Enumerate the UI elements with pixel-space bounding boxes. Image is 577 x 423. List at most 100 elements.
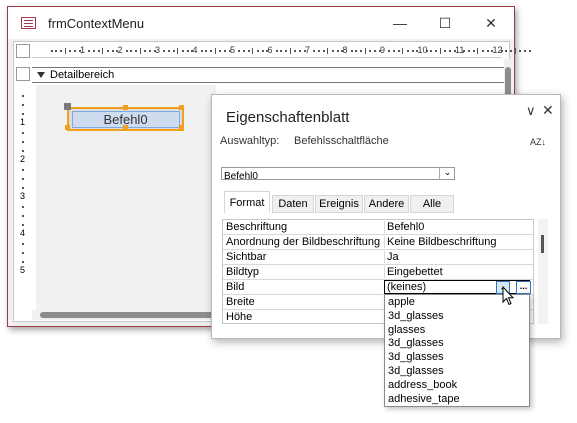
ruler-number: 2 (20, 154, 26, 164)
form-titlebar[interactable]: frmContextMenu — ☐ ✕ (8, 7, 514, 39)
ruler-tick (214, 48, 216, 54)
ruler-tick (322, 50, 325, 52)
mouse-cursor-icon (502, 286, 514, 306)
property-value[interactable]: Befehl0 (384, 221, 530, 233)
dropdown-item[interactable]: 3d_glasses (388, 365, 444, 379)
scroll-thumb[interactable] (541, 235, 544, 253)
close-button[interactable]: ✕ (468, 7, 514, 39)
resize-handle-bottom[interactable] (123, 125, 128, 130)
chevron-down-icon[interactable]: ∨ (526, 103, 536, 119)
ruler-tick (280, 50, 283, 52)
maximize-button[interactable]: ☐ (422, 7, 468, 39)
ruler-tick (397, 50, 400, 52)
property-row[interactable]: Sichtbar Ja (223, 250, 533, 265)
selection-type-label: Auswahltyp: (220, 135, 280, 147)
ruler-tick (467, 50, 470, 52)
sort-az-icon[interactable]: AZ↓ (530, 138, 546, 147)
ruler-tick (163, 50, 166, 52)
property-sheet-title: Eigenschaftenblatt (226, 109, 350, 126)
section-label: Detailbereich (50, 69, 115, 81)
close-icon[interactable]: ✕ (542, 102, 554, 119)
picture-dropdown-list[interactable]: apple 3d_glasses glasses 3d_glasses 3d_glass… (384, 294, 530, 407)
selection-type-value: Befehlsschaltfläche (294, 135, 389, 147)
ruler-number: 2 (117, 45, 123, 55)
ruler-tick (289, 48, 291, 54)
ruler-number: 3 (155, 45, 161, 55)
minimize-button[interactable]: — (377, 7, 423, 39)
ruler-tick (74, 50, 77, 52)
ruler-tick (22, 104, 24, 106)
form-title: frmContextMenu (48, 16, 145, 31)
property-row[interactable]: Anordnung der Bildbeschriftung Keine Bild… (223, 235, 533, 250)
ruler-tick (130, 50, 133, 52)
ruler-tick (285, 50, 288, 52)
ruler-tick (106, 50, 109, 52)
form-selector-box[interactable] (16, 44, 30, 58)
tab-andere[interactable]: Andere (364, 195, 409, 213)
resize-handle-top[interactable] (123, 105, 128, 110)
property-value[interactable]: Keine Bildbeschriftung (384, 236, 530, 248)
section-selector-box[interactable] (16, 67, 30, 81)
ruler-tick (331, 50, 334, 52)
ruler-tick (22, 215, 24, 217)
dropdown-item[interactable]: apple (388, 296, 415, 310)
ruler-tick (125, 50, 128, 52)
tab-format[interactable]: Format (224, 191, 270, 213)
move-handle[interactable] (64, 103, 71, 110)
property-row[interactable]: Bild (keines) (223, 280, 533, 295)
detail-section-bar[interactable]: Detailbereich (32, 67, 504, 83)
section-collapse-icon (37, 72, 45, 78)
ruler-tick (444, 50, 447, 52)
ruler-number: 8 (342, 45, 348, 55)
ruler-tick (22, 113, 24, 115)
ruler-tick (172, 50, 175, 52)
property-value[interactable]: Ja (384, 251, 530, 263)
ruler-number: 9 (380, 45, 386, 55)
ruler-number: 4 (192, 45, 198, 55)
ruler-tick (369, 50, 372, 52)
horizontal-scrollbar[interactable] (32, 310, 217, 320)
property-row[interactable]: Beschriftung Befehl0 (223, 220, 533, 235)
resize-handle-bottom-left[interactable] (65, 125, 70, 130)
ruler-tick (514, 48, 516, 54)
dropdown-item[interactable]: address_book (388, 379, 457, 393)
ruler-number: 12 (492, 45, 503, 55)
vertical-ruler[interactable]: 1 2 3 4 5 (16, 85, 30, 310)
tab-ereignis[interactable]: Ereignis (315, 195, 363, 213)
property-name: Beschriftung (226, 221, 288, 233)
ruler-tick (350, 50, 353, 52)
dropdown-item[interactable]: 3d_glasses (388, 351, 444, 365)
ruler-number: 1 (80, 45, 86, 55)
property-value[interactable]: Eingebettet (384, 266, 530, 278)
object-selector-combo[interactable]: Befehl0 (221, 167, 455, 180)
dropdown-item[interactable]: adhesive_tape (388, 393, 460, 407)
resize-handle-bottom-right[interactable] (179, 125, 184, 130)
property-grid-scrollbar[interactable] (538, 219, 548, 324)
ruler-tick (472, 50, 475, 52)
ruler-tick (505, 50, 508, 52)
ruler-number: 1 (20, 117, 26, 127)
ruler-tick (111, 50, 114, 52)
ruler-tick (22, 178, 24, 180)
ruler-tick (261, 50, 264, 52)
chevron-down-icon[interactable]: ⌄ (439, 167, 455, 180)
tab-alle[interactable]: Alle (410, 195, 454, 213)
ruler-tick (22, 224, 24, 226)
property-name: Bildtyp (226, 266, 260, 278)
scroll-thumb[interactable] (40, 312, 215, 318)
ruler-tick (177, 48, 179, 54)
horizontal-ruler[interactable]: 1 2 3 4 5 6 7 8 9 10 11 12 (32, 44, 531, 58)
dropdown-item[interactable]: 3d_glasses (388, 337, 444, 351)
ruler-tick (167, 50, 170, 52)
resize-handle-top-right[interactable] (179, 105, 184, 110)
command-button-befehl0[interactable]: Befehl0 (64, 103, 184, 131)
ruler-tick (486, 50, 489, 52)
dropdown-item[interactable]: glasses (388, 324, 425, 338)
property-row[interactable]: Bildtyp Eingebettet (223, 265, 533, 280)
ruler-tick (317, 50, 320, 52)
ruler-tick (22, 95, 24, 97)
dropdown-item[interactable]: 3d_glasses (388, 310, 444, 324)
tab-daten[interactable]: Daten (272, 195, 314, 213)
ruler-tick (97, 50, 100, 52)
builder-button[interactable]: ... (516, 281, 531, 294)
